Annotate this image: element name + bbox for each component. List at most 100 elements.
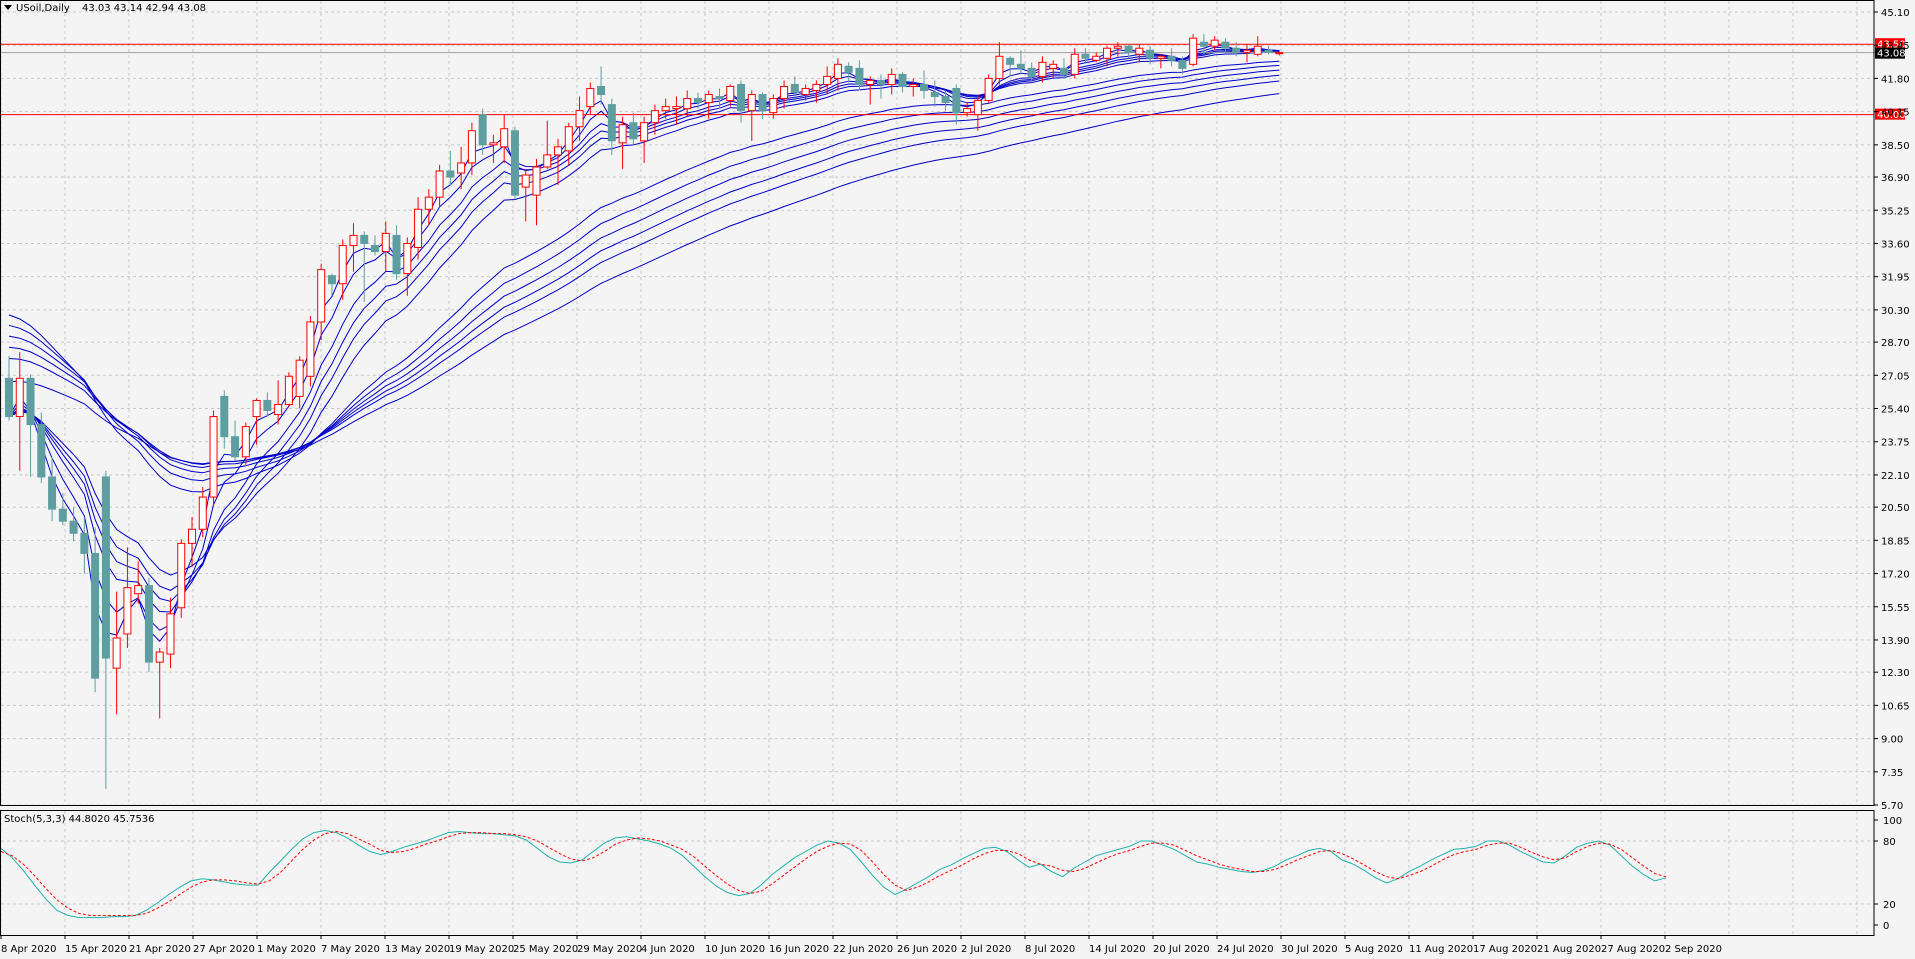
- candle-body: [338, 244, 347, 285]
- candle-body: [435, 170, 444, 198]
- candle-body: [134, 585, 143, 595]
- candle-body: [575, 110, 584, 128]
- candle-body: [252, 399, 261, 418]
- candle-body: [650, 110, 659, 124]
- candle-body: [349, 234, 358, 246]
- y-tick-label: 40.15: [1881, 108, 1910, 119]
- candle-body: [1070, 53, 1079, 75]
- bull-candle: [177, 539, 186, 618]
- y-tick-label: 35.25: [1881, 206, 1910, 217]
- candle-body: [995, 55, 1004, 79]
- candle-body: [1275, 52, 1284, 55]
- candle-body: [403, 242, 412, 275]
- candle-body: [467, 130, 476, 164]
- candle-body: [780, 85, 789, 100]
- candle-body: [1242, 49, 1251, 53]
- candle-body: [317, 269, 326, 323]
- candle-body: [500, 128, 509, 148]
- y-tick-label: 15.55: [1881, 603, 1910, 614]
- candle-body: [629, 122, 638, 140]
- candle-body: [984, 77, 993, 102]
- candle-body: [360, 234, 369, 244]
- candle-body: [5, 377, 13, 418]
- x-tick-label: 8 Apr 2020: [1, 944, 56, 955]
- candle-body: [1059, 67, 1068, 75]
- candle-body: [478, 114, 487, 146]
- x-tick-label: 1 May 2020: [257, 944, 316, 955]
- stoch-y-tick-label: 80: [1883, 837, 1896, 848]
- candle-body: [726, 85, 735, 102]
- bull-candle: [1189, 34, 1198, 67]
- candle-body: [833, 63, 842, 79]
- candle-body: [306, 321, 315, 377]
- candle-body: [866, 79, 875, 85]
- y-tick-label: 18.85: [1881, 536, 1910, 547]
- x-tick-label: 19 May 2020: [449, 944, 514, 955]
- candle-body: [392, 234, 401, 275]
- x-tick-label: 11 Aug 2020: [1409, 944, 1473, 955]
- candle-body: [489, 142, 498, 146]
- y-tick-label: 22.10: [1881, 471, 1910, 482]
- candle-body: [209, 416, 218, 498]
- candle-body: [69, 520, 78, 534]
- candle-body: [704, 94, 713, 104]
- y-tick-label: 33.60: [1881, 239, 1910, 250]
- candle-body: [683, 98, 692, 110]
- symbol-label: USoil,Daily: [16, 3, 70, 14]
- candle-body: [1253, 45, 1262, 55]
- candle-body: [597, 85, 606, 96]
- x-tick-label: 29 May 2020: [577, 944, 642, 955]
- candle-body: [284, 375, 293, 405]
- candle-body: [1199, 41, 1208, 47]
- chart-canvas[interactable]: 43.5040.0043.08 45.1043.4541.8040.1538.5…: [0, 0, 1915, 959]
- y-tick-label: 30.30: [1881, 306, 1910, 317]
- y-tick-label: 36.90: [1881, 173, 1910, 184]
- candle-body: [963, 108, 972, 114]
- bull-candle: [984, 74, 993, 103]
- candle-body: [15, 377, 24, 418]
- x-tick-label: 27 Apr 2020: [193, 944, 255, 955]
- y-tick-label: 23.75: [1881, 438, 1910, 449]
- candle-body: [198, 496, 207, 530]
- candle-body: [920, 83, 929, 91]
- y-tick-label: 7.35: [1881, 768, 1903, 779]
- candle-body: [1006, 57, 1015, 65]
- x-tick-label: 21 Aug 2020: [1537, 944, 1601, 955]
- y-tick-label: 25.40: [1881, 405, 1910, 416]
- candle-body: [1232, 47, 1241, 53]
- candle-body: [188, 528, 197, 544]
- y-tick-label: 41.80: [1881, 74, 1910, 85]
- y-tick-label: 12.30: [1881, 668, 1910, 679]
- candle-body: [58, 508, 67, 522]
- candle-body: [952, 87, 961, 114]
- candle-body: [1103, 47, 1112, 59]
- y-tick-label: 20.50: [1881, 503, 1910, 514]
- candle-body: [424, 196, 433, 210]
- candle-body: [801, 87, 810, 96]
- x-tick-label: 13 May 2020: [385, 944, 450, 955]
- y-tick-label: 27.05: [1881, 371, 1910, 382]
- candle-body: [1146, 49, 1155, 59]
- candle-body: [177, 542, 186, 609]
- candle-body: [672, 106, 681, 110]
- candle-body: [812, 83, 821, 91]
- candle-body: [112, 637, 121, 669]
- candle-body: [661, 106, 670, 112]
- candle-body: [381, 232, 390, 253]
- candle-body: [887, 73, 896, 85]
- candle-body: [973, 100, 982, 116]
- candle-body: [790, 83, 799, 94]
- candle-body: [155, 651, 164, 663]
- y-tick-label: 13.90: [1881, 636, 1910, 647]
- candle-body: [220, 395, 229, 438]
- stoch-y-tick-label: 20: [1883, 900, 1896, 911]
- y-tick-label: 38.50: [1881, 141, 1910, 152]
- candle-body: [1016, 63, 1025, 69]
- bull-candle: [209, 410, 218, 508]
- x-tick-label: 10 Jun 2020: [705, 944, 765, 955]
- candle-body: [1038, 61, 1047, 77]
- y-tick-label: 17.20: [1881, 570, 1910, 581]
- stoch-y-tick-label: 100: [1883, 816, 1902, 827]
- bull-candle: [284, 372, 293, 407]
- candle-body: [941, 96, 950, 104]
